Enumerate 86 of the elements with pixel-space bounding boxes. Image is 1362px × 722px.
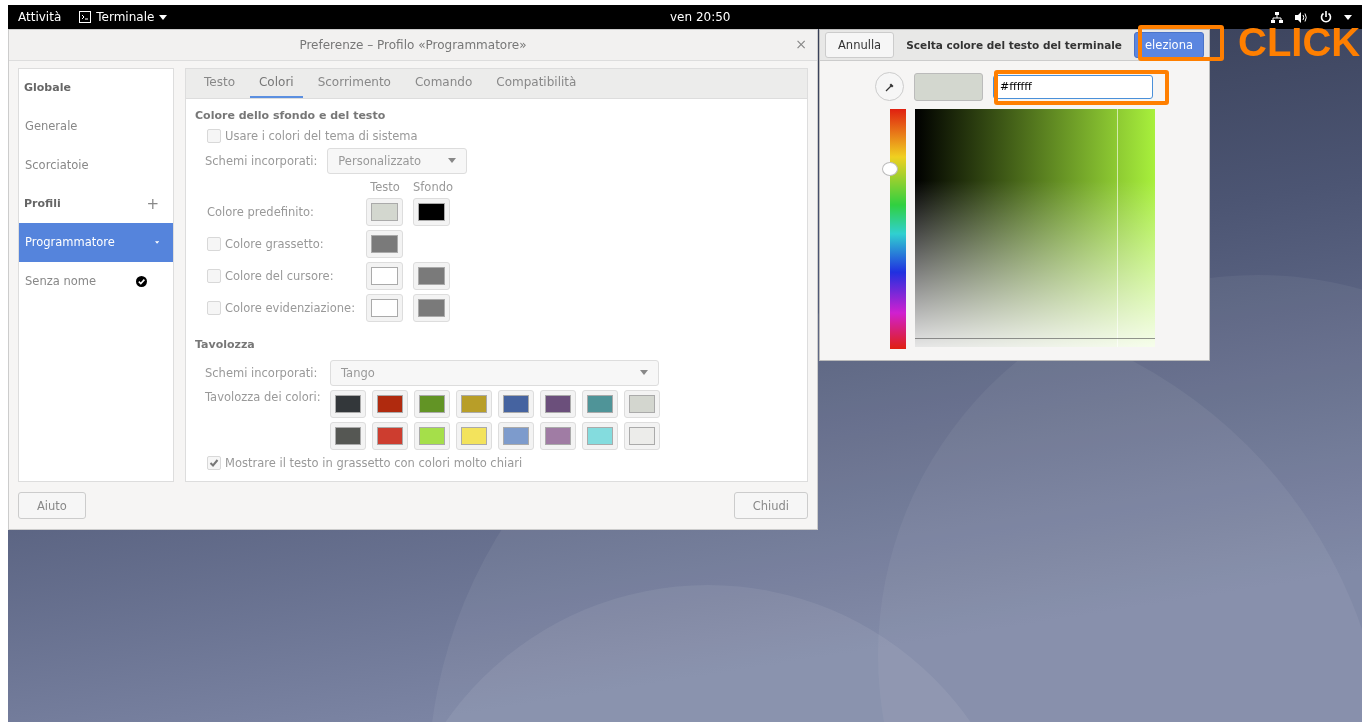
- sidebar-item-label: Programmatore: [25, 235, 115, 250]
- field-label: Schemi incorporati:: [205, 153, 318, 168]
- select-button[interactable]: eleziona: [1134, 32, 1204, 58]
- color-swatch-button[interactable]: [498, 421, 534, 450]
- checkbox-label: Mostrare il testo in grassetto con colori molto chiari: [225, 455, 523, 470]
- section-title: Colore dello sfondo e del testo: [195, 108, 387, 122]
- caret-icon: [448, 158, 457, 164]
- field-label: Tavolozza dei colori:: [205, 389, 320, 404]
- color-swatch-button[interactable]: [366, 197, 403, 226]
- tab[interactable]: Testo: [195, 68, 244, 98]
- checkbox[interactable]: [207, 300, 221, 315]
- color-swatch-button[interactable]: [582, 389, 618, 418]
- tab[interactable]: Scorrimento: [308, 68, 400, 98]
- checkbox[interactable]: [207, 455, 221, 470]
- sidebar-item[interactable]: Generale: [19, 106, 173, 146]
- color-swatch-button[interactable]: [413, 261, 450, 290]
- eyedropper-icon: [884, 81, 895, 92]
- color-swatch-button[interactable]: [366, 229, 403, 258]
- color-swatch-button[interactable]: [413, 197, 450, 226]
- network-icon[interactable]: [1271, 11, 1283, 23]
- sidebar-item[interactable]: Programmatore: [19, 222, 173, 262]
- app-menu[interactable]: Terminale: [79, 10, 168, 24]
- sidebar-item-label: Generale: [25, 119, 78, 134]
- clock[interactable]: ven 20:50: [670, 10, 731, 24]
- column-header: Testo: [369, 179, 401, 194]
- power-icon[interactable]: [1320, 11, 1332, 23]
- color-swatch-button[interactable]: [540, 389, 576, 418]
- hex-color-field[interactable]: #ffffff: [993, 74, 1153, 99]
- cancel-button[interactable]: Annulla: [825, 32, 895, 58]
- tab[interactable]: Compatibilità: [487, 68, 586, 98]
- sidebar-heading: Profili: [24, 197, 61, 211]
- scheme-dropdown[interactable]: Tango: [330, 359, 659, 386]
- hue-slider[interactable]: [882, 109, 906, 349]
- checkbox-label: Colore evidenziazione:: [225, 300, 356, 315]
- eyedropper-button[interactable]: [875, 72, 904, 101]
- window-title: Preferenze – Profilo «Programmatore»: [299, 37, 527, 52]
- volume-icon[interactable]: [1295, 11, 1308, 23]
- add-profile-button[interactable]: +: [146, 194, 159, 213]
- color-swatch-button[interactable]: [372, 389, 408, 418]
- field-label: Colore predefinito:: [207, 204, 314, 219]
- checkbox[interactable]: [207, 236, 221, 251]
- help-button[interactable]: Aiuto: [18, 492, 86, 519]
- dialog-title: Scelta colore del testo del terminale: [906, 39, 1122, 51]
- color-swatch-button[interactable]: [330, 421, 366, 450]
- checkbox-label: Colore grassetto:: [225, 236, 324, 251]
- color-swatch-button[interactable]: [498, 389, 534, 418]
- color-plane[interactable]: [915, 109, 1155, 347]
- section-title: Tavolozza: [195, 337, 256, 351]
- tab[interactable]: Comando: [405, 68, 482, 98]
- color-swatch-button[interactable]: [366, 261, 403, 290]
- sidebar-heading: Globale: [24, 81, 71, 95]
- field-label: Schemi incorporati:: [205, 365, 319, 380]
- caret-icon: [159, 14, 168, 20]
- color-swatch-button[interactable]: [624, 389, 660, 418]
- terminal-icon: [79, 11, 92, 23]
- close-button[interactable]: ×: [793, 36, 809, 52]
- sidebar-item-label: Senza nome: [25, 274, 96, 289]
- color-swatch-button[interactable]: [582, 421, 618, 450]
- color-swatch-button[interactable]: [414, 389, 450, 418]
- callout-label: CLICK: [1238, 22, 1361, 62]
- color-swatch-button[interactable]: [456, 389, 492, 418]
- caret-icon[interactable]: [1344, 14, 1352, 20]
- color-swatch-button[interactable]: [366, 293, 403, 322]
- color-swatch-button[interactable]: [624, 421, 660, 450]
- close-button[interactable]: Chiudi: [733, 492, 808, 519]
- color-swatch-button[interactable]: [540, 421, 576, 450]
- checkbox-label: Usare i colori del tema di sistema: [225, 128, 418, 143]
- color-swatch-button[interactable]: [414, 421, 450, 450]
- checkbox[interactable]: [207, 268, 221, 283]
- color-swatch-button[interactable]: [456, 421, 492, 450]
- app-menu-label: Terminale: [96, 10, 155, 24]
- checkbox[interactable]: [207, 128, 221, 143]
- checkbox-label: Colore del cursore:: [225, 268, 334, 283]
- check-circle-icon: [136, 275, 147, 287]
- slider-thumb[interactable]: [882, 162, 898, 176]
- column-header: Sfondo: [413, 179, 451, 194]
- color-swatch-button[interactable]: [413, 293, 450, 322]
- color-swatch-button[interactable]: [330, 389, 366, 418]
- color-swatch-button[interactable]: [372, 421, 408, 450]
- sidebar-item[interactable]: Senza nome: [19, 261, 173, 301]
- caret-icon: [640, 370, 648, 376]
- sidebar-item[interactable]: Scorciatoie: [19, 145, 173, 185]
- sidebar-item-label: Scorciatoie: [25, 158, 89, 173]
- activities-button[interactable]: Attività: [18, 10, 62, 24]
- tab[interactable]: Colori: [250, 68, 303, 98]
- scheme-dropdown[interactable]: Personalizzato: [327, 147, 468, 174]
